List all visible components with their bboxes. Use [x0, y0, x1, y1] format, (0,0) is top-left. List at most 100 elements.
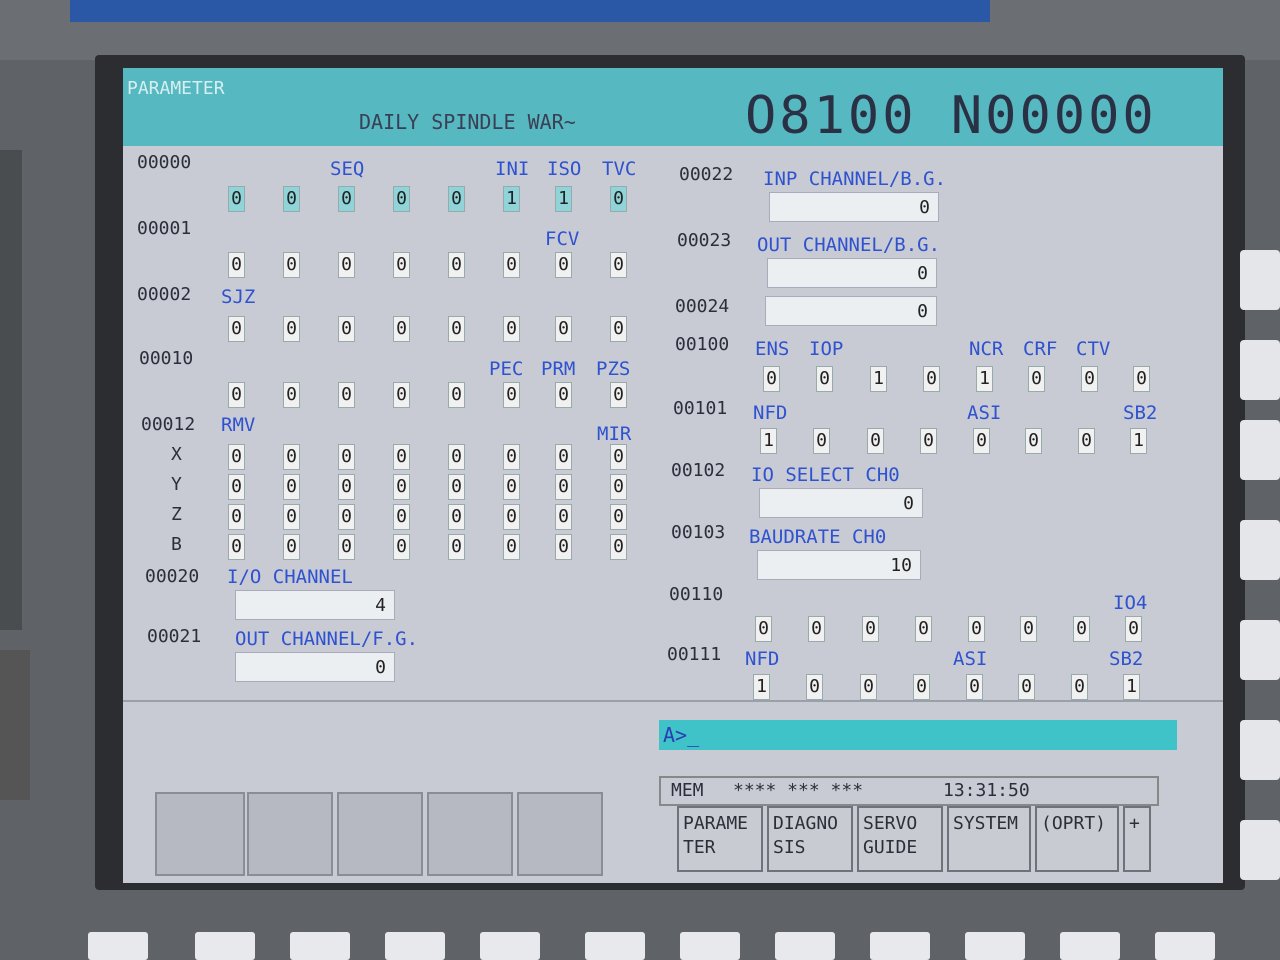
side-key[interactable]: [1240, 820, 1280, 880]
bit-cell[interactable]: 0: [283, 252, 300, 278]
bit-cell[interactable]: 0: [913, 674, 930, 700]
bit-cell[interactable]: 0: [503, 534, 520, 560]
blank-softkey[interactable]: [427, 792, 513, 876]
bit-cell[interactable]: 0: [973, 428, 990, 454]
keypad-key[interactable]: [195, 932, 255, 960]
bit-cell[interactable]: 0: [283, 474, 300, 500]
bit-cell[interactable]: 0: [610, 534, 627, 560]
bit-cell[interactable]: 0: [393, 474, 410, 500]
bit-cell[interactable]: 0: [448, 316, 465, 342]
bit-cell[interactable]: 0: [338, 382, 355, 408]
bit-cell[interactable]: 0: [610, 186, 627, 212]
bit-cell[interactable]: 0: [808, 616, 825, 642]
softkey-next[interactable]: +: [1123, 806, 1151, 872]
value-field[interactable]: 0: [759, 488, 923, 518]
keypad-key[interactable]: [965, 932, 1025, 960]
bit-cell[interactable]: 0: [610, 504, 627, 530]
bit-cell[interactable]: 0: [228, 504, 245, 530]
bit-cell[interactable]: 0: [1025, 428, 1042, 454]
bit-cell[interactable]: 1: [753, 674, 770, 700]
keypad-key[interactable]: [385, 932, 445, 960]
value-field[interactable]: 0: [235, 652, 395, 682]
bit-cell[interactable]: 0: [338, 252, 355, 278]
value-field[interactable]: 0: [767, 258, 937, 288]
bit-cell[interactable]: 0: [283, 186, 300, 212]
bit-cell[interactable]: 0: [393, 186, 410, 212]
bit-cell[interactable]: 0: [503, 474, 520, 500]
bit-cell[interactable]: 0: [503, 316, 520, 342]
bit-cell[interactable]: 0: [338, 444, 355, 470]
bit-cell[interactable]: 0: [283, 504, 300, 530]
bit-cell[interactable]: 0: [393, 534, 410, 560]
bit-cell[interactable]: 0: [1081, 366, 1098, 392]
bit-cell[interactable]: 0: [610, 252, 627, 278]
blank-softkey[interactable]: [247, 792, 333, 876]
keypad-key[interactable]: [480, 932, 540, 960]
keypad-key[interactable]: [1060, 932, 1120, 960]
bit-cell[interactable]: 0: [503, 504, 520, 530]
bit-cell[interactable]: 0: [448, 474, 465, 500]
bit-cell[interactable]: 0: [915, 616, 932, 642]
bit-cell[interactable]: 0: [1018, 674, 1035, 700]
bit-cell[interactable]: 0: [283, 444, 300, 470]
bit-cell[interactable]: 0: [228, 186, 245, 212]
bit-cell[interactable]: 0: [555, 382, 572, 408]
bit-cell[interactable]: 0: [448, 444, 465, 470]
blank-softkey[interactable]: [517, 792, 603, 876]
side-key[interactable]: [1240, 420, 1280, 480]
bit-cell[interactable]: 0: [338, 186, 355, 212]
keypad-key[interactable]: [585, 932, 645, 960]
keypad-key[interactable]: [88, 932, 148, 960]
keypad-key[interactable]: [775, 932, 835, 960]
softkey-oprt[interactable]: (OPRT): [1035, 806, 1119, 872]
bit-cell[interactable]: 0: [393, 316, 410, 342]
bit-cell[interactable]: 0: [1071, 674, 1088, 700]
softkey-parameter[interactable]: PARAME TER: [677, 806, 763, 872]
bit-cell[interactable]: 0: [228, 444, 245, 470]
value-field[interactable]: 0: [765, 296, 937, 326]
bit-cell[interactable]: 0: [503, 252, 520, 278]
bit-cell[interactable]: 0: [555, 504, 572, 530]
bit-cell[interactable]: 0: [813, 428, 830, 454]
bit-cell[interactable]: 0: [338, 534, 355, 560]
bit-cell[interactable]: 0: [338, 316, 355, 342]
bit-cell[interactable]: 0: [393, 444, 410, 470]
value-field[interactable]: 0: [769, 192, 939, 222]
bit-cell[interactable]: 0: [610, 444, 627, 470]
bit-cell[interactable]: 0: [228, 474, 245, 500]
bit-cell[interactable]: 0: [610, 474, 627, 500]
bit-cell[interactable]: 0: [228, 316, 245, 342]
bit-cell[interactable]: 0: [816, 366, 833, 392]
blank-softkey[interactable]: [337, 792, 423, 876]
bit-cell[interactable]: 0: [393, 504, 410, 530]
bit-cell[interactable]: 1: [555, 186, 572, 212]
softkey-diagnosis[interactable]: DIAGNO SIS: [767, 806, 853, 872]
bit-cell[interactable]: 0: [555, 534, 572, 560]
bit-cell[interactable]: 0: [555, 444, 572, 470]
bit-cell[interactable]: 0: [920, 428, 937, 454]
bit-cell[interactable]: 0: [448, 534, 465, 560]
side-key[interactable]: [1240, 340, 1280, 400]
keypad-key[interactable]: [870, 932, 930, 960]
bit-cell[interactable]: 0: [228, 382, 245, 408]
side-key[interactable]: [1240, 620, 1280, 680]
bit-cell[interactable]: 1: [503, 186, 520, 212]
bit-cell[interactable]: 0: [338, 474, 355, 500]
bit-cell[interactable]: 1: [870, 366, 887, 392]
bit-cell[interactable]: 0: [1020, 616, 1037, 642]
bit-cell[interactable]: 0: [755, 616, 772, 642]
bit-cell[interactable]: 0: [966, 674, 983, 700]
softkey-system[interactable]: SYSTEM: [947, 806, 1031, 872]
bit-cell[interactable]: 0: [283, 382, 300, 408]
bit-cell[interactable]: 0: [867, 428, 884, 454]
bit-cell[interactable]: 1: [1130, 428, 1147, 454]
side-key[interactable]: [1240, 720, 1280, 780]
bit-cell[interactable]: 0: [1133, 366, 1150, 392]
bit-cell[interactable]: 0: [448, 504, 465, 530]
bit-cell[interactable]: 0: [555, 252, 572, 278]
keypad-key[interactable]: [680, 932, 740, 960]
bit-cell[interactable]: 0: [503, 382, 520, 408]
bit-cell[interactable]: 0: [555, 474, 572, 500]
bit-cell[interactable]: 1: [760, 428, 777, 454]
side-key[interactable]: [1240, 250, 1280, 310]
